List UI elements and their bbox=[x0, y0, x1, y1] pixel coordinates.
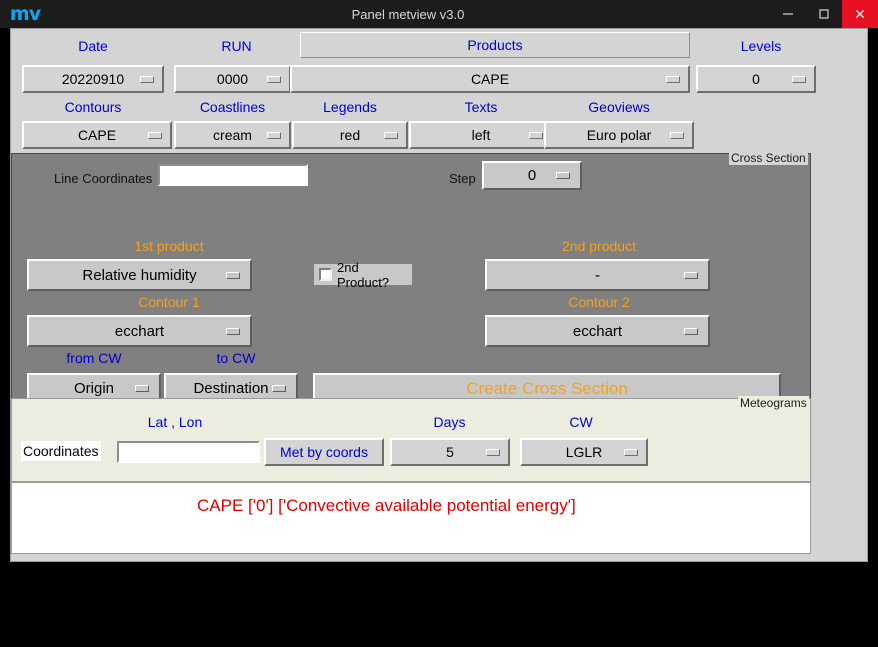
met-by-coords-button[interactable]: Met by coords bbox=[264, 438, 384, 466]
contours-value: CAPE bbox=[77, 127, 117, 143]
levels-option-menu[interactable]: 0 bbox=[696, 65, 816, 93]
title-bar: mv Panel metview v3.0 bbox=[0, 0, 878, 28]
legends-value: red bbox=[339, 127, 361, 143]
date-option-menu[interactable]: 20220910 bbox=[22, 65, 164, 93]
second-product-option-menu[interactable]: - bbox=[485, 259, 710, 291]
label-products: Products bbox=[467, 37, 523, 53]
texts-value: left bbox=[471, 127, 491, 143]
second-product-value: - bbox=[595, 266, 600, 284]
dropdown-dash-icon bbox=[384, 131, 398, 139]
cross-section-panel: Line Coordinates Step 0 1st product Rela… bbox=[11, 153, 811, 404]
status-message: CAPE ['0'] ['Convective available potent… bbox=[11, 482, 811, 554]
label-levels: Levels bbox=[740, 38, 782, 54]
products-value: CAPE bbox=[470, 71, 510, 87]
dropdown-dash-icon bbox=[556, 172, 570, 179]
dropdown-dash-icon bbox=[684, 271, 698, 279]
contours-option-menu[interactable]: CAPE bbox=[22, 121, 172, 149]
window-title: Panel metview v3.0 bbox=[351, 6, 465, 22]
label-coastlines: Coastlines bbox=[199, 99, 266, 115]
products-header-box: Products bbox=[300, 32, 690, 58]
dropdown-dash-icon bbox=[272, 385, 286, 392]
first-product-label: 1st product bbox=[134, 238, 204, 254]
label-date: Date bbox=[78, 38, 108, 54]
contour2-option-menu[interactable]: ecchart bbox=[485, 315, 710, 347]
minimize-icon[interactable] bbox=[770, 0, 806, 28]
second-product-label: 2nd product bbox=[562, 238, 636, 254]
dropdown-dash-icon bbox=[792, 75, 806, 83]
texts-option-menu[interactable]: left bbox=[409, 121, 553, 149]
meteograms-legend: Meteograms bbox=[738, 396, 809, 410]
geoviews-option-menu[interactable]: Euro polar bbox=[544, 121, 694, 149]
coordinates-label: Coordinates bbox=[21, 441, 101, 461]
cross-section-legend: Cross Section bbox=[729, 151, 808, 165]
dropdown-dash-icon bbox=[226, 271, 240, 279]
dropdown-dash-icon bbox=[684, 327, 698, 335]
days-label: Days bbox=[433, 414, 466, 430]
dropdown-dash-icon bbox=[226, 327, 240, 335]
metview-logo-icon: mv bbox=[9, 3, 41, 25]
contour1-label: Contour 1 bbox=[138, 294, 200, 310]
cw-value: LGLR bbox=[565, 444, 603, 460]
cw-option-menu[interactable]: LGLR bbox=[520, 438, 648, 466]
close-icon[interactable] bbox=[842, 0, 878, 28]
application-window: mv Panel metview v3.0 Date RUN Products … bbox=[0, 0, 878, 647]
geoviews-value: Euro polar bbox=[586, 127, 652, 143]
step-value: 0 bbox=[527, 167, 537, 184]
coastlines-option-menu[interactable]: cream bbox=[174, 121, 291, 149]
dropdown-dash-icon bbox=[666, 75, 680, 83]
cw-label: CW bbox=[569, 414, 593, 430]
dropdown-dash-icon bbox=[670, 131, 684, 139]
second-product-checkbox[interactable]: 2nd Product? bbox=[314, 260, 412, 290]
meteograms-panel: Lat , Lon Days CW Coordinates Met by coo… bbox=[11, 398, 811, 482]
latlon-label: Lat , Lon bbox=[147, 414, 203, 430]
dropdown-dash-icon bbox=[140, 75, 154, 83]
checkbox-box-icon bbox=[319, 268, 332, 281]
days-value: 5 bbox=[446, 444, 454, 460]
dropdown-dash-icon bbox=[624, 448, 638, 456]
run-option-menu[interactable]: 0000 bbox=[174, 65, 291, 93]
line-coordinates-input[interactable] bbox=[158, 164, 308, 186]
to-cw-label: to CW bbox=[216, 350, 256, 366]
label-geoviews: Geoviews bbox=[588, 99, 650, 115]
maximize-icon[interactable] bbox=[806, 0, 842, 28]
from-cw-label: from CW bbox=[66, 350, 122, 366]
date-value: 20220910 bbox=[61, 71, 125, 87]
label-run: RUN bbox=[221, 38, 252, 54]
dropdown-dash-icon bbox=[267, 131, 281, 139]
legends-option-menu[interactable]: red bbox=[292, 121, 408, 149]
line-coordinates-label: Line Coordinates bbox=[54, 171, 153, 186]
dropdown-dash-icon bbox=[529, 131, 543, 139]
second-product-checkbox-label: 2nd Product? bbox=[337, 259, 390, 290]
dropdown-dash-icon bbox=[148, 131, 162, 139]
products-option-menu[interactable]: CAPE bbox=[290, 65, 690, 93]
days-option-menu[interactable]: 5 bbox=[390, 438, 510, 466]
coastlines-value: cream bbox=[213, 127, 252, 143]
destination-value: Destination bbox=[193, 380, 269, 397]
origin-value: Origin bbox=[73, 380, 114, 397]
dropdown-dash-icon bbox=[486, 448, 500, 456]
coordinates-input[interactable] bbox=[117, 441, 260, 463]
contour2-label: Contour 2 bbox=[568, 294, 630, 310]
run-value: 0000 bbox=[216, 71, 249, 87]
contour1-value: ecchart bbox=[114, 322, 165, 340]
levels-value: 0 bbox=[752, 71, 760, 87]
label-texts: Texts bbox=[464, 99, 498, 115]
dropdown-dash-icon bbox=[135, 385, 149, 392]
label-contours: Contours bbox=[64, 99, 122, 115]
step-label: Step bbox=[449, 171, 476, 186]
contour1-option-menu[interactable]: ecchart bbox=[27, 315, 252, 347]
first-product-option-menu[interactable]: Relative humidity bbox=[27, 259, 252, 291]
application-body: Date RUN Products Levels 20220910 0000 C… bbox=[10, 28, 868, 562]
label-legends: Legends bbox=[323, 99, 377, 115]
step-option-menu[interactable]: 0 bbox=[482, 161, 582, 190]
first-product-value: Relative humidity bbox=[82, 266, 197, 284]
contour2-value: ecchart bbox=[572, 322, 623, 340]
dropdown-dash-icon bbox=[267, 75, 281, 83]
